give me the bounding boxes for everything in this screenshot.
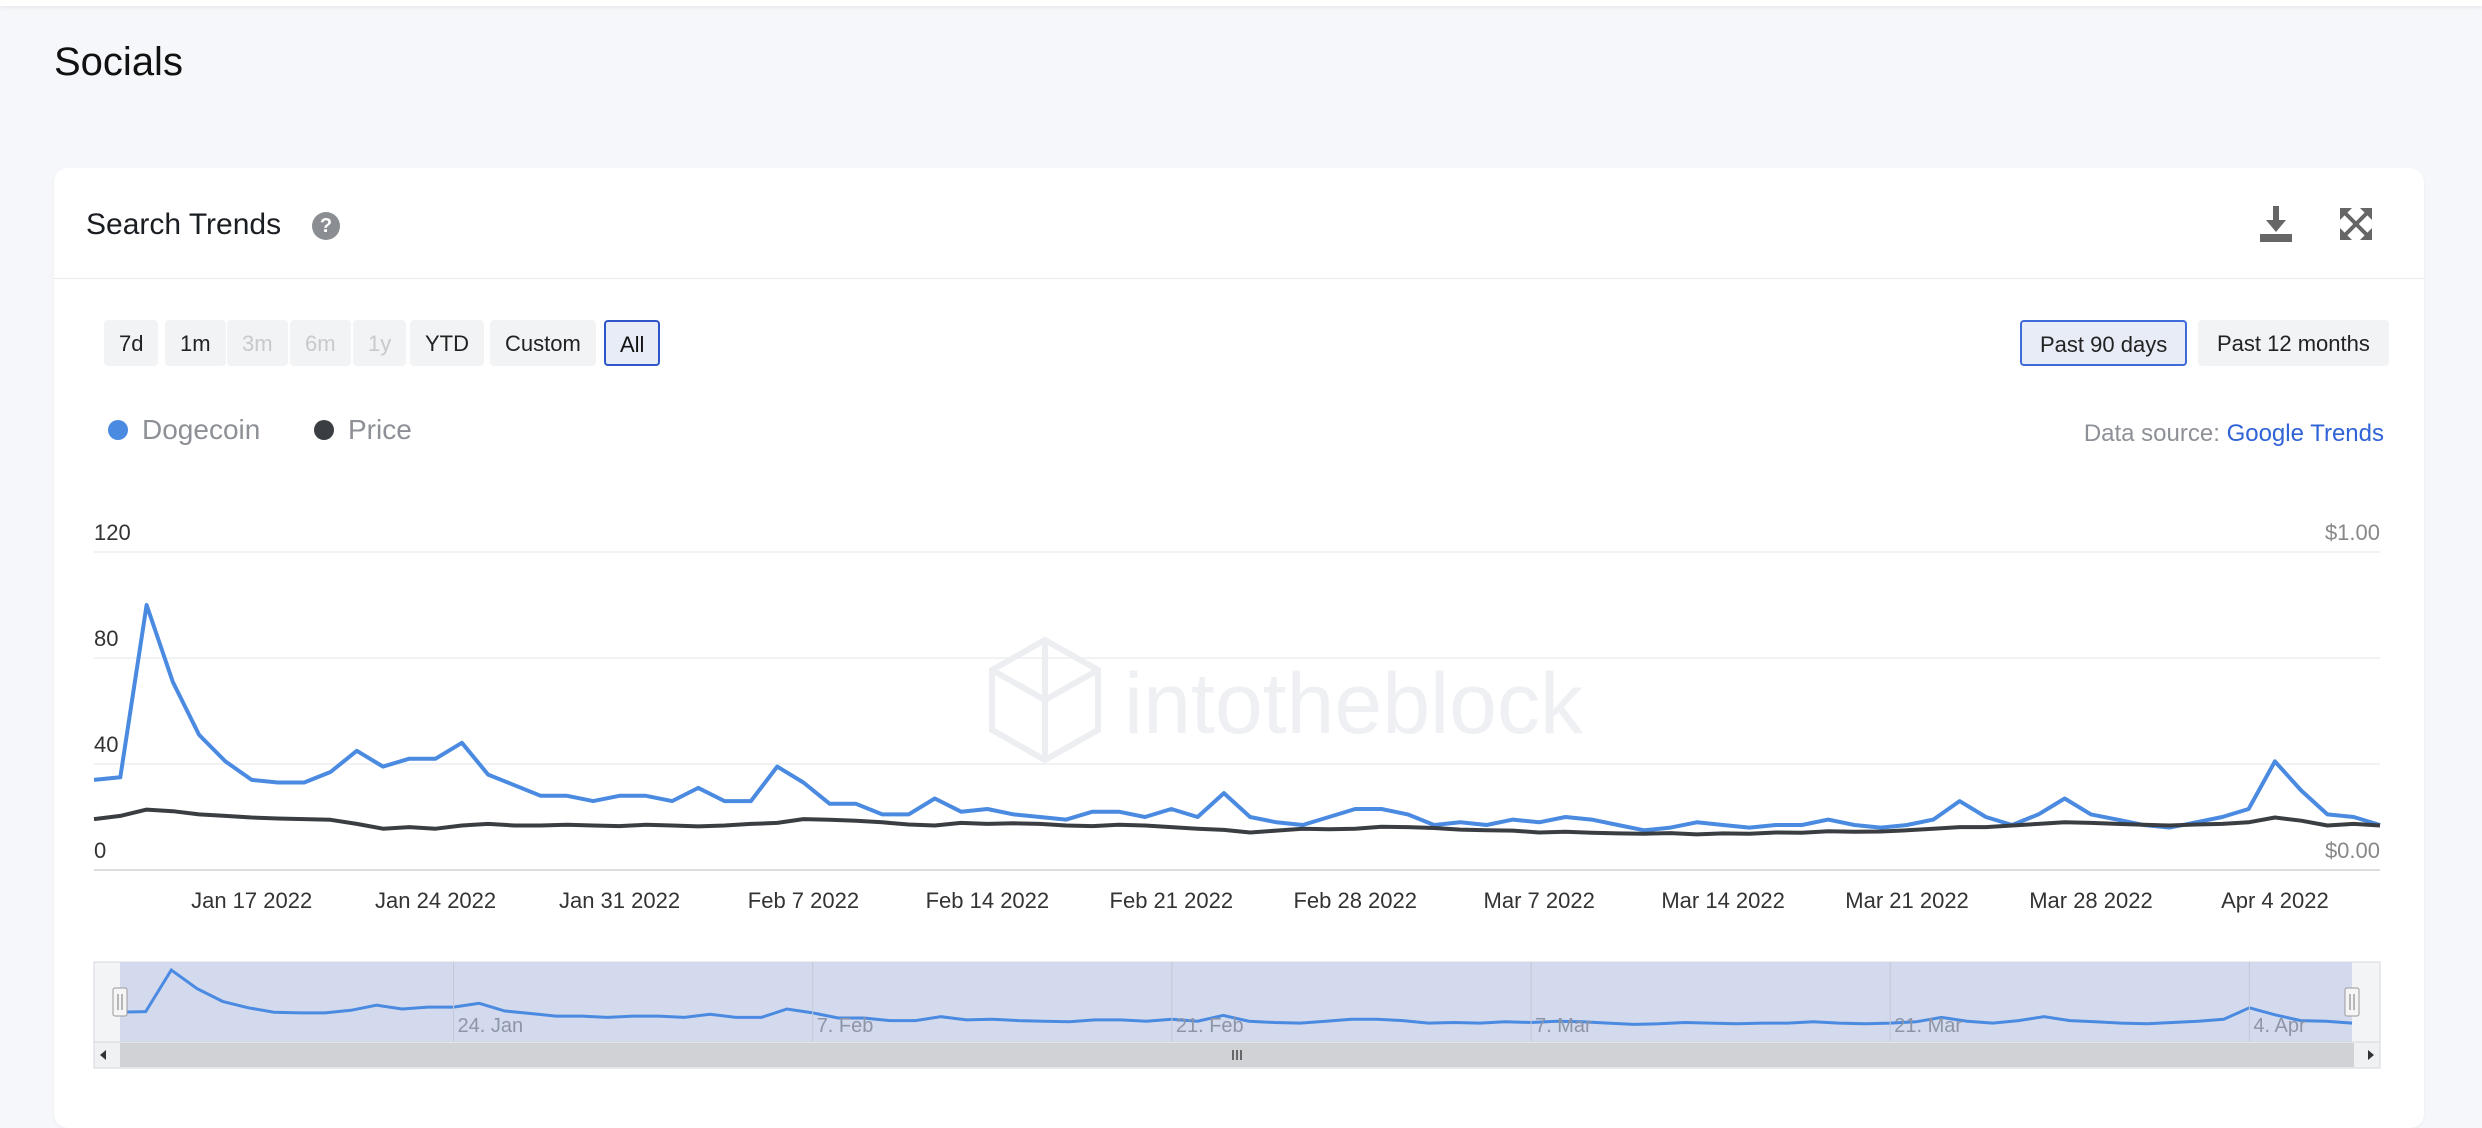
x-tick-label: Feb 7 2022 [748, 888, 859, 913]
x-tick-label: Jan 31 2022 [559, 888, 680, 913]
navigator-tick-label: 7. Feb [817, 1015, 874, 1037]
navigator-tick-label: 21. Mar [1894, 1015, 1962, 1037]
y-tick-label: 80 [94, 626, 118, 651]
x-tick-label: Mar 21 2022 [1845, 888, 1969, 913]
search-trends-card: Search Trends ? 7d 1m 3m 6m 1y YTD Custo… [54, 168, 2424, 1128]
x-tick-label: Apr 4 2022 [2221, 888, 2329, 913]
x-tick-label: Jan 24 2022 [375, 888, 496, 913]
navigator-right-handle[interactable] [2344, 987, 2360, 1017]
navigator-tick-label: 7. Mar [1535, 1015, 1592, 1037]
x-tick-label: Mar 7 2022 [1484, 888, 1595, 913]
x-tick-label: Feb 14 2022 [926, 888, 1050, 913]
y-right-tick-label: $1.00 [2325, 520, 2380, 545]
y-tick-label: 0 [94, 838, 106, 863]
x-axis-labels: Jan 17 2022 Jan 24 2022 Jan 31 2022 Feb 7 2… [191, 888, 2329, 913]
watermark: intotheblock [989, 636, 1584, 764]
x-tick-label: Mar 14 2022 [1661, 888, 1785, 913]
x-tick-label: Jan 17 2022 [191, 888, 312, 913]
navigator-tick-label: 21. Feb [1176, 1015, 1244, 1037]
page-title: Socials [54, 40, 183, 84]
y-tick-label: 120 [94, 520, 131, 545]
x-tick-label: Feb 21 2022 [1110, 888, 1234, 913]
top-bar [0, 0, 2482, 6]
navigator-tick-label: 24. Jan [458, 1015, 524, 1037]
watermark-text: intotheblock [1124, 656, 1584, 752]
x-tick-label: Feb 28 2022 [1293, 888, 1417, 913]
x-tick-label: Mar 28 2022 [2029, 888, 2153, 913]
search-trends-chart[interactable]: intotheblock 0 40 80 120 $0.00 $1.00 Jan 17 2… [54, 168, 2424, 1128]
navigator[interactable]: 24. Jan 7. Feb 21. Feb 7. Mar 21. Mar 4. Apr [93, 961, 2381, 1069]
y-tick-label: 40 [94, 732, 118, 757]
navigator-left-handle[interactable] [112, 987, 128, 1017]
navigator-tick-label: 4. Apr [2253, 1015, 2306, 1037]
y-right-tick-label: $0.00 [2325, 838, 2380, 863]
